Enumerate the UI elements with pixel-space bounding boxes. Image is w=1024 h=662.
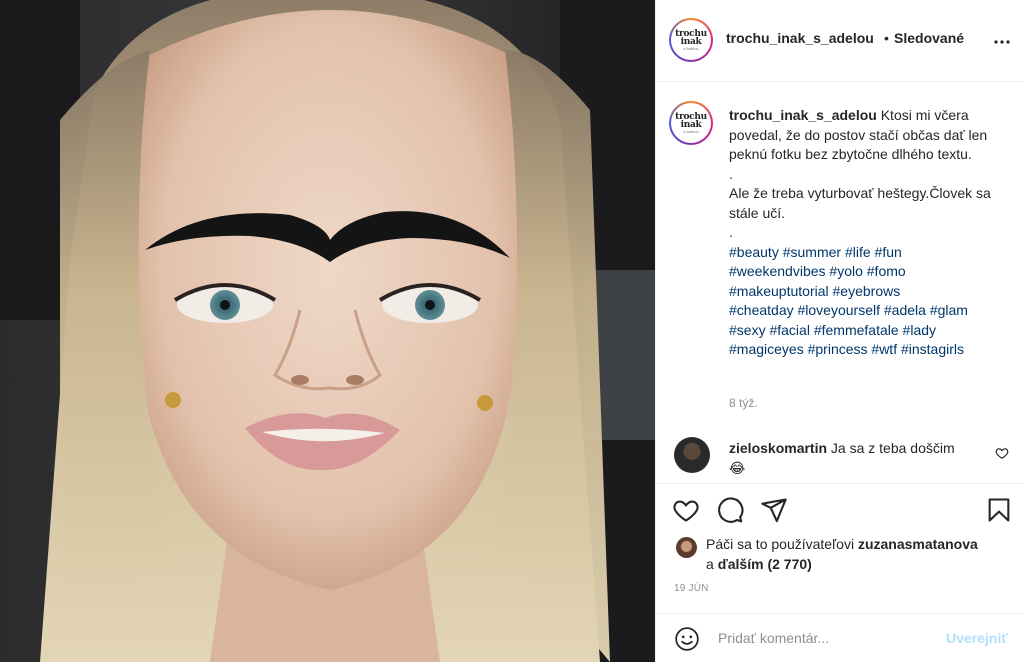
liker-avatar[interactable] [676,537,697,558]
comment-like-heart-icon[interactable] [995,446,1009,460]
hashtag-link[interactable]: #magiceyes [729,341,804,357]
hashtag-link[interactable]: #summer [783,244,841,260]
hashtag-link[interactable]: #lady [903,322,936,338]
bookmark-icon[interactable] [985,496,1013,524]
comments-list[interactable]: trochu inak s Adelou trochu_inak_s_adelo… [656,83,1024,483]
caption-dot-2: . [729,224,733,240]
hashtag-link[interactable]: #cheatday [729,302,794,318]
hashtag-link[interactable]: #sexy [729,322,766,338]
comment-username-link[interactable]: zieloskomartin [729,440,827,456]
hashtag-link[interactable]: #life [845,244,871,260]
likes-prefix: Páči sa to používateľovi [706,536,855,552]
add-comment-bar: Uverejniť [656,613,1024,662]
avatar-inner: trochu inak s Adelou [671,103,711,143]
post-header: trochu inak s Adelou trochu_inak_s_adelo… [656,0,1024,82]
comment-icon[interactable] [716,496,744,524]
caption-avatar[interactable]: trochu inak s Adelou [669,101,713,145]
caption-body-2: Ale že treba vyturbovať heštegy.Človek s… [729,185,991,221]
hashtag-link[interactable]: #makeuptutorial [729,283,829,299]
hashtag-link[interactable]: #eyebrows [833,283,901,299]
hashtag-link[interactable]: #fomo [867,263,906,279]
likes-summary: Páči sa to používateľovi zuzanasmatanova… [706,535,1016,574]
caption-dot-1: . [729,165,733,182]
caption-timestamp[interactable]: 8 týž. [729,396,758,410]
hashtag-link[interactable]: #loveyourself [798,302,881,318]
hashtag-link[interactable]: #femmefatale [814,322,899,338]
comment-avatar[interactable] [674,437,710,473]
logo-text-line3: s Adelou [683,128,699,134]
hashtag-link[interactable]: #facial [769,322,809,338]
logo-text-line3: s Adelou [683,45,699,51]
instagram-post: trochu inak s Adelou trochu_inak_s_adelo… [0,0,1024,662]
caption-username-link[interactable]: trochu_inak_s_adelou [729,107,877,123]
hashtag-link[interactable]: #adela [884,302,926,318]
logo-text-line2: inak [680,36,702,47]
avatar-inner: trochu inak s Adelou [671,20,711,60]
post-date[interactable]: 19 JÚN [674,583,709,594]
liker-username-link[interactable]: zuzanasmatanova [858,536,978,552]
hashtag-link[interactable]: #instagirls [901,341,964,357]
emoji-icon[interactable] [674,626,700,652]
more-horizontal-icon[interactable] [990,30,1014,54]
header-separator: • [884,30,889,46]
comment-text: zieloskomartin Ja sa z teba doščim 😂 [729,439,959,478]
share-icon[interactable] [760,496,788,524]
post-comment-button[interactable]: Uverejniť [946,630,1008,646]
hashtag-link[interactable]: #yolo [829,263,862,279]
likes-and: a [706,555,714,572]
comment-input[interactable] [718,628,948,648]
caption-text: trochu_inak_s_adelou Ktosi mi včera pove… [729,106,1009,360]
hashtag-link[interactable]: #glam [930,302,968,318]
avatar-logo: trochu inak s Adelou [673,105,709,141]
heart-icon[interactable] [672,496,700,524]
post-media[interactable] [0,0,655,662]
hashtag-link[interactable]: #princess [808,341,868,357]
post-actions: Páči sa to používateľovi zuzanasmatanova… [656,483,1024,629]
hashtag-link[interactable]: #beauty [729,244,779,260]
header-username-link[interactable]: trochu_inak_s_adelou [726,30,874,46]
hashtag-link[interactable]: #weekendvibes [729,263,826,279]
hashtag-link[interactable]: #fun [875,244,902,260]
post-photo [0,0,655,662]
follow-status-button[interactable]: Sledované [894,30,964,46]
hashtag-link[interactable]: #wtf [871,341,897,357]
post-side-panel: trochu inak s Adelou trochu_inak_s_adelo… [655,0,1024,662]
profile-avatar[interactable]: trochu inak s Adelou [669,18,713,62]
likes-others-link[interactable]: ďalším (2 770) [718,556,812,572]
caption-hashtags: #beauty #summer #life #fun #weekendvibes… [729,243,1009,360]
logo-text-line2: inak [680,119,702,130]
avatar-logo: trochu inak s Adelou [673,22,709,58]
